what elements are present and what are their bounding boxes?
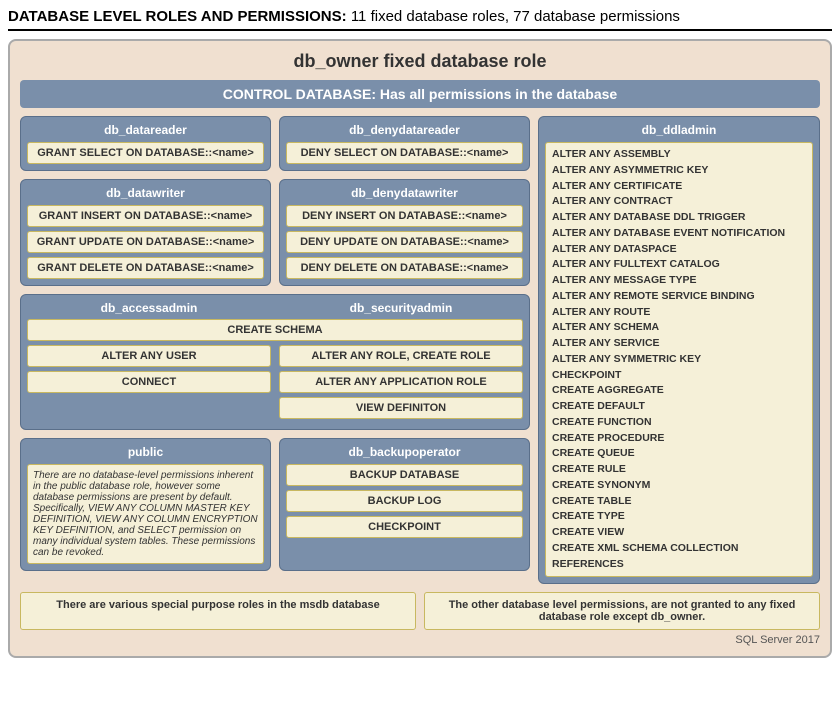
ddladmin-list-item: CREATE RULE <box>552 462 806 478</box>
role-box-denydatawriter: db_denydatawriter DENY INSERT ON DATABAS… <box>279 179 530 286</box>
role-box-datareader: db_datareader GRANT SELECT ON DATABASE::… <box>20 116 271 171</box>
ddladmin-list-item: CREATE TABLE <box>552 494 806 510</box>
backupoperator-perm-2: CHECKPOINT <box>286 516 523 538</box>
accessadmin-inner: ALTER ANY USER CONNECT <box>27 345 271 423</box>
page-wrapper: DATABASE LEVEL ROLES AND PERMISSIONS: 11… <box>0 0 840 666</box>
role-box-denydatareader: db_denydatareader DENY SELECT ON DATABAS… <box>279 116 530 171</box>
securityadmin-shared-title: db_securityadmin <box>279 301 523 315</box>
ddladmin-list-item: ALTER ANY CONTRACT <box>552 194 806 210</box>
sql-server-label: SQL Server 2017 <box>20 634 820 646</box>
accessadmin-perm: ALTER ANY USER <box>27 345 271 367</box>
ddladmin-list-item: ALTER ANY FULLTEXT CATALOG <box>552 257 806 273</box>
public-title: public <box>27 445 264 459</box>
denydatareader-perm-0: DENY SELECT ON DATABASE::<name> <box>286 142 523 164</box>
datawriter-title: db_datawriter <box>27 186 264 200</box>
denydatareader-title: db_denydatareader <box>286 123 523 137</box>
datareader-title: db_datareader <box>27 123 264 137</box>
bottom-notes: There are various special purpose roles … <box>20 592 820 630</box>
ddladmin-list-item: CREATE AGGREGATE <box>552 383 806 399</box>
ddladmin-list-item: CREATE DEFAULT <box>552 399 806 415</box>
ddladmin-list-item: CREATE XML SCHEMA COLLECTION <box>552 541 806 557</box>
securityadmin-inner: ALTER ANY ROLE, CREATE ROLE ALTER ANY APP… <box>279 345 523 423</box>
ddladmin-list-item: ALTER ANY SERVICE <box>552 336 806 352</box>
datareader-perm-0: GRANT SELECT ON DATABASE::<name> <box>27 142 264 164</box>
accessadmin-perm: CONNECT <box>27 371 271 393</box>
ddladmin-list-item: ALTER ANY SCHEMA <box>552 320 806 336</box>
page-title: DATABASE LEVEL ROLES AND PERMISSIONS: 11… <box>8 8 832 31</box>
bottom-note-right-text: The other database level permissions, ar… <box>449 599 796 623</box>
ddladmin-title: db_ddladmin <box>545 123 813 137</box>
securityadmin-perm: ALTER ANY ROLE, CREATE ROLE <box>279 345 523 367</box>
bottom-note-right: The other database level permissions, ar… <box>424 592 820 630</box>
ddladmin-list-item: CREATE VIEW <box>552 525 806 541</box>
title-bold: DATABASE LEVEL ROLES AND PERMISSIONS: <box>8 8 347 25</box>
denydatawriter-perm-0: DENY INSERT ON DATABASE::<name> <box>286 205 523 227</box>
control-db-banner: CONTROL DATABASE: Has all permissions in… <box>20 80 820 108</box>
create-schema-shared-perm: CREATE SCHEMA <box>27 319 523 341</box>
title-normal: 11 fixed database roles, 77 database per… <box>347 8 680 25</box>
denydatawriter-title: db_denydatawriter <box>286 186 523 200</box>
ddladmin-list-item: CHECKPOINT <box>552 368 806 384</box>
role-box-backupoperator: db_backupoperator BACKUP DATABASE BACKUP… <box>279 438 530 571</box>
ddladmin-list-item: REFERENCES <box>552 557 806 573</box>
securityadmin-perm: VIEW DEFINITON <box>279 397 523 419</box>
ddladmin-list-item: CREATE TYPE <box>552 509 806 525</box>
right-column: db_ddladmin ALTER ANY ASSEMBLYALTER ANY … <box>538 116 820 584</box>
bottom-note-left: There are various special purpose roles … <box>20 592 416 630</box>
backupoperator-perm-0: BACKUP DATABASE <box>286 464 523 486</box>
denydatawriter-perm-1: DENY UPDATE ON DATABASE::<name> <box>286 231 523 253</box>
ddladmin-list-item: ALTER ANY ROUTE <box>552 305 806 321</box>
main-content: db_datareader GRANT SELECT ON DATABASE::… <box>20 116 820 584</box>
ddladmin-list-item: CREATE FUNCTION <box>552 415 806 431</box>
ddladmin-list-item: ALTER ANY DATASPACE <box>552 242 806 258</box>
ddladmin-list-item: ALTER ANY MESSAGE TYPE <box>552 273 806 289</box>
ddladmin-list: ALTER ANY ASSEMBLYALTER ANY ASYMMETRIC K… <box>545 142 813 577</box>
backupoperator-title: db_backupoperator <box>286 445 523 459</box>
datawriter-perm-0: GRANT INSERT ON DATABASE::<name> <box>27 205 264 227</box>
access-sec-shared-box: db_accessadmin db_securityadmin CREATE SCH… <box>20 294 530 430</box>
ddladmin-list-item: CREATE PROCEDURE <box>552 431 806 447</box>
denydatawriter-perm-2: DENY DELETE ON DATABASE::<name> <box>286 257 523 279</box>
public-text: There are no database-level permissions … <box>27 464 264 564</box>
ddladmin-list-item: ALTER ANY SYMMETRIC KEY <box>552 352 806 368</box>
ddladmin-list-item: ALTER ANY REMOTE SERVICE BINDING <box>552 289 806 305</box>
ddladmin-list-item: ALTER ANY ASYMMETRIC KEY <box>552 163 806 179</box>
outer-box: db_owner fixed database role CONTROL DAT… <box>8 39 832 658</box>
backupoperator-perm-1: BACKUP LOG <box>286 490 523 512</box>
ddladmin-list-item: ALTER ANY DATABASE DDL TRIGGER <box>552 210 806 226</box>
accessadmin-shared-title: db_accessadmin <box>27 301 271 315</box>
securityadmin-perm: ALTER ANY APPLICATION ROLE <box>279 371 523 393</box>
ddladmin-list-item: ALTER ANY CERTIFICATE <box>552 179 806 195</box>
role-box-public: public There are no database-level permi… <box>20 438 271 571</box>
datawriter-perm-1: GRANT UPDATE ON DATABASE::<name> <box>27 231 264 253</box>
ddladmin-list-item: CREATE SYNONYM <box>552 478 806 494</box>
bottom-note-left-text: There are various special purpose roles … <box>56 599 379 611</box>
ddladmin-list-item: ALTER ANY DATABASE EVENT NOTIFICATION <box>552 226 806 242</box>
db-owner-title: db_owner fixed database role <box>20 51 820 72</box>
role-box-datawriter: db_datawriter GRANT INSERT ON DATABASE::… <box>20 179 271 286</box>
ddladmin-list-item: ALTER ANY ASSEMBLY <box>552 147 806 163</box>
datawriter-perm-2: GRANT DELETE ON DATABASE::<name> <box>27 257 264 279</box>
role-box-ddladmin: db_ddladmin ALTER ANY ASSEMBLYALTER ANY … <box>538 116 820 584</box>
ddladmin-list-item: CREATE QUEUE <box>552 446 806 462</box>
